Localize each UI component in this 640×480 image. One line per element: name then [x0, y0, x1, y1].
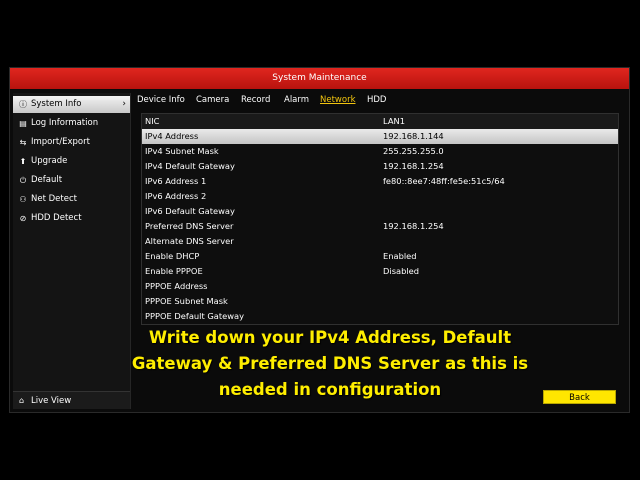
table-row[interactable]: IPv4 Address 192.168.1.144: [142, 129, 618, 144]
row-value: Enabled: [383, 251, 417, 261]
caption-line: Gateway & Preferred DNS Server as this i…: [131, 354, 529, 373]
home-icon: ⌂: [19, 396, 25, 405]
row-label: IPv4 Default Gateway: [145, 161, 235, 171]
row-label: PPPOE Subnet Mask: [145, 296, 228, 306]
back-button[interactable]: Back: [543, 390, 616, 404]
row-value: Disabled: [383, 266, 420, 276]
sidebar-item-hdd-detect[interactable]: ⊘ HDD Detect: [13, 210, 130, 227]
row-label: Alternate DNS Server: [145, 236, 234, 246]
header-lan1: LAN1: [383, 116, 405, 126]
sidebar-item-label: Net Detect: [31, 194, 77, 204]
caption-line: needed in configuration: [218, 380, 442, 399]
network-icon: ⚇: [19, 195, 27, 204]
table-row[interactable]: IPv6 Default Gateway: [142, 204, 618, 219]
table-row[interactable]: Preferred DNS Server 192.168.1.254: [142, 219, 618, 234]
chevron-right-icon: ›: [122, 99, 126, 109]
live-view-label: Live View: [31, 396, 72, 406]
instruction-caption: Write down your IPv4 Address, Default Ga…: [100, 325, 560, 403]
table-row[interactable]: Alternate DNS Server: [142, 234, 618, 249]
tab-record[interactable]: Record: [241, 95, 270, 105]
row-value: 255.255.255.0: [383, 146, 444, 156]
row-label: IPv6 Default Gateway: [145, 206, 235, 216]
row-label: Enable DHCP: [145, 251, 200, 261]
sidebar-item-label: HDD Detect: [31, 213, 82, 223]
upgrade-icon: ⬆: [19, 157, 27, 166]
row-label: PPPOE Default Gateway: [145, 311, 245, 321]
table-header: NIC LAN1: [142, 114, 618, 130]
row-label: IPv4 Subnet Mask: [145, 146, 219, 156]
tab-hdd[interactable]: HDD: [367, 95, 386, 105]
hdd-icon: ⊘: [19, 214, 27, 223]
sidebar-item-label: System Info: [31, 99, 82, 109]
sidebar-item-label: Log Information: [31, 118, 99, 128]
row-label: IPv6 Address 1: [145, 176, 207, 186]
table-row[interactable]: IPv4 Default Gateway 192.168.1.254: [142, 159, 618, 174]
sidebar-item-net-detect[interactable]: ⚇ Net Detect: [13, 191, 130, 208]
window-title: System Maintenance: [10, 68, 629, 89]
row-value: 192.168.1.144: [383, 131, 444, 141]
table-row[interactable]: PPPOE Default Gateway: [142, 309, 618, 324]
sidebar-item-import-export[interactable]: ⇆ Import/Export: [13, 134, 130, 151]
table-row[interactable]: IPv6 Address 1 fe80::8ee7:48ff:fe5e:51c5…: [142, 174, 618, 189]
tab-camera[interactable]: Camera: [196, 95, 229, 105]
row-label: IPv4 Address: [145, 131, 199, 141]
table-row[interactable]: Enable DHCP Enabled: [142, 249, 618, 264]
tab-alarm[interactable]: Alarm: [284, 95, 309, 105]
import-export-icon: ⇆: [19, 138, 27, 147]
table-row[interactable]: PPPOE Address: [142, 279, 618, 294]
caption-line: Write down your IPv4 Address, Default: [148, 328, 512, 347]
row-value: fe80::8ee7:48ff:fe5e:51c5/64: [383, 176, 505, 186]
tab-network[interactable]: Network: [320, 95, 356, 105]
table-row[interactable]: IPv6 Address 2: [142, 189, 618, 204]
info-icon: ⓘ: [19, 100, 27, 109]
sidebar-item-log-information[interactable]: ▤ Log Information: [13, 115, 130, 132]
row-label: PPPOE Address: [145, 281, 208, 291]
row-label: Preferred DNS Server: [145, 221, 234, 231]
log-icon: ▤: [19, 119, 27, 128]
row-value: 192.168.1.254: [383, 161, 444, 171]
sidebar-item-label: Default: [31, 175, 63, 185]
row-label: IPv6 Address 2: [145, 191, 207, 201]
table-row[interactable]: Enable PPPOE Disabled: [142, 264, 618, 279]
table-row[interactable]: IPv4 Subnet Mask 255.255.255.0: [142, 144, 618, 159]
sidebar-item-label: Import/Export: [31, 137, 90, 147]
sidebar-item-label: Upgrade: [31, 156, 68, 166]
table-row[interactable]: PPPOE Subnet Mask: [142, 294, 618, 309]
network-info-table: NIC LAN1 IPv4 Address 192.168.1.144 IPv4…: [141, 113, 619, 325]
tab-device-info[interactable]: Device Info: [137, 95, 185, 105]
sidebar-item-default[interactable]: ⏻ Default: [13, 172, 130, 189]
sidebar-item-system-info[interactable]: ⓘ System Info ›: [13, 96, 130, 113]
default-icon: ⏻: [19, 176, 27, 185]
sidebar-item-upgrade[interactable]: ⬆ Upgrade: [13, 153, 130, 170]
header-nic: NIC: [145, 116, 160, 126]
row-label: Enable PPPOE: [145, 266, 203, 276]
row-value: 192.168.1.254: [383, 221, 444, 231]
